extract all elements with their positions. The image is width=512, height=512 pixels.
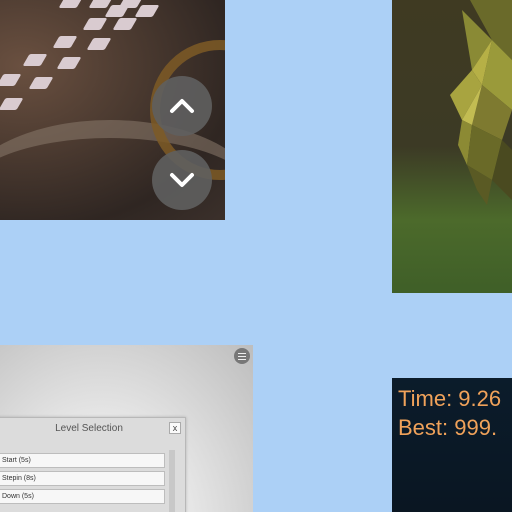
close-button[interactable]: x <box>169 422 181 434</box>
level-list-scrollbar[interactable] <box>169 450 175 512</box>
checker-tile <box>52 36 78 48</box>
level-selection-dialog: Level Selection x Start (5s) Stepin (8s)… <box>0 417 186 512</box>
level-item[interactable]: Start (5s) <box>0 453 165 468</box>
time-label: Time: 9.26 <box>398 386 502 411</box>
level-item[interactable]: Stepin (8s) <box>0 471 165 486</box>
track-view <box>0 0 225 220</box>
camera-down-button[interactable] <box>152 150 212 210</box>
checker-tile <box>56 57 82 69</box>
level-list: Start (5s) Stepin (8s) Down (5s) <box>0 450 165 504</box>
chevron-down-icon <box>170 173 194 187</box>
checker-tile <box>86 38 112 50</box>
level-item[interactable]: Down (5s) <box>0 489 165 504</box>
hamburger-icon[interactable] <box>234 348 250 364</box>
checker-tile <box>112 18 138 30</box>
character-view <box>392 0 512 293</box>
checker-tile <box>58 0 84 8</box>
best-time-label: Best: 999. <box>398 415 498 440</box>
checker-tile <box>0 98 24 110</box>
checker-tile <box>134 5 160 17</box>
checker-tile <box>82 18 108 30</box>
low-poly-character <box>450 0 512 205</box>
checker-tile <box>104 5 130 17</box>
timer-view: Time: 9.26 Best: 999. <box>392 378 512 512</box>
camera-up-button[interactable] <box>152 76 212 136</box>
checker-tile <box>28 77 54 89</box>
checker-tile <box>22 54 48 66</box>
chevron-up-icon <box>170 99 194 113</box>
level-selection-view: Level Selection x Start (5s) Stepin (8s)… <box>0 345 253 512</box>
dialog-title: Level Selection <box>55 423 123 434</box>
checker-tile <box>0 74 22 86</box>
